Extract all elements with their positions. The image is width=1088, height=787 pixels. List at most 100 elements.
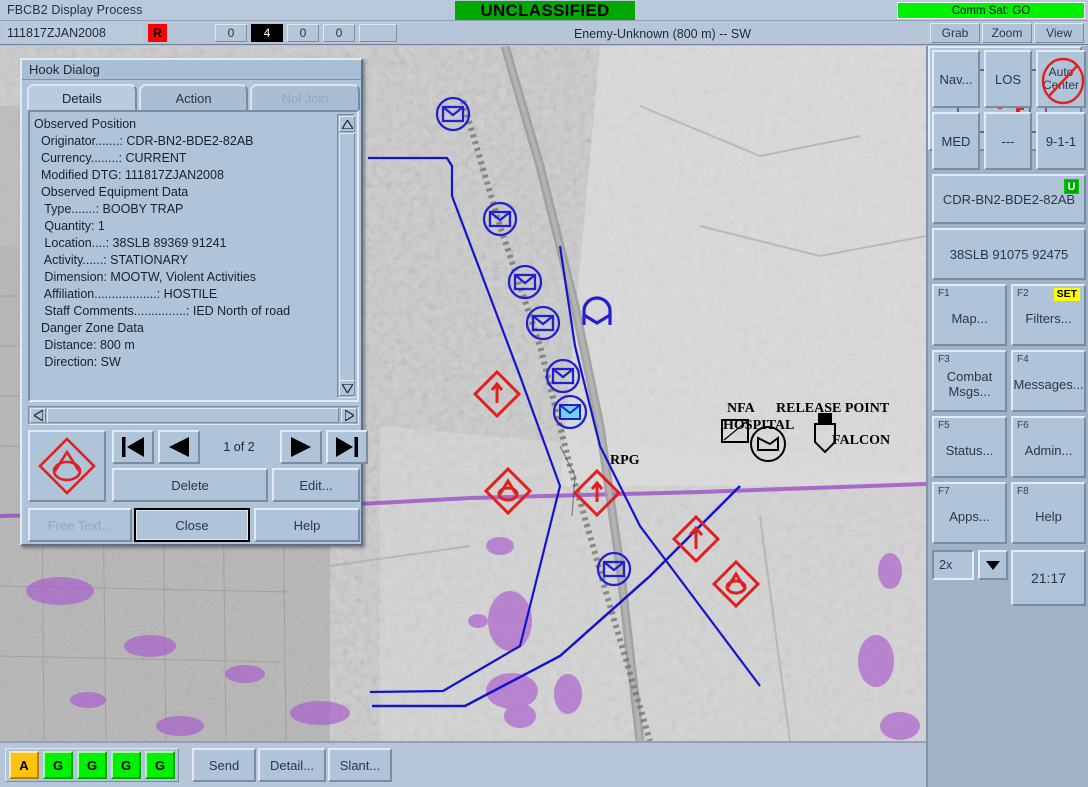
classification-banner: UNCLASSIFIED — [455, 1, 635, 20]
fkey-text-f7: Apps... — [934, 484, 1005, 542]
nav-button-label: Nav... — [934, 52, 978, 106]
fkey-help-button[interactable]: F8 Help — [1011, 482, 1086, 544]
counter-box-4[interactable]: 0 — [323, 24, 355, 42]
hook-dialog[interactable]: Hook Dialog Details Action Nol Join Obse… — [20, 58, 363, 546]
status-chip-5[interactable]: G — [145, 751, 175, 779]
hook-status-label: Enemy-Unknown (800 m) -- SW — [400, 24, 925, 43]
emergency-button-label: 9-1-1 — [1038, 114, 1084, 168]
zoom-level-value: 2x — [934, 552, 972, 578]
dtg-field: 111817ZJAN2008 — [3, 23, 143, 43]
fkey-text-f8: Help — [1013, 484, 1084, 542]
fkey-map-button[interactable]: F1 Map... — [932, 284, 1007, 346]
grid-location-display[interactable]: 38SLB 91075 92475 — [932, 228, 1086, 280]
status-chip-4[interactable]: G — [111, 751, 141, 779]
tab-action[interactable]: Action — [139, 84, 249, 110]
fkey-text-f2: Filters... — [1013, 286, 1084, 344]
fkey-text-f6: Admin... — [1013, 418, 1084, 476]
hook-dialog-tabs: Details Action Nol Join — [27, 84, 360, 110]
callsign-label: CDR-BN2-BDE2-82AB — [934, 176, 1084, 222]
info-row: 111817ZJAN2008 R 0 4 0 0 Enemy-Unknown (… — [0, 21, 1088, 45]
fkey-admin-button[interactable]: F6 Admin... — [1011, 416, 1086, 478]
scroll-left-arrow-icon[interactable] — [30, 408, 46, 423]
fkey-text-f3: Combat Msgs... — [934, 352, 1005, 410]
first-record-button[interactable] — [112, 430, 154, 464]
fbcb2-application-window: FBCB2 Display Process UNCLASSIFIED Comm … — [0, 0, 1088, 787]
last-record-button[interactable] — [326, 430, 368, 464]
bottom-status-bar: AGGGG Send Detail... Slant... — [0, 741, 926, 787]
arrow-right-icon — [289, 436, 313, 458]
window-title: FBCB2 Display Process — [0, 3, 142, 17]
hooked-entity-symbol — [28, 430, 106, 502]
map-label-falcon: FALCON — [832, 433, 890, 448]
tab-nol-join: Nol Join — [250, 84, 360, 110]
slant-button[interactable]: Slant... — [328, 748, 392, 782]
close-button[interactable]: Close — [134, 508, 250, 542]
vertical-scroll-thumb[interactable] — [339, 133, 355, 381]
fkey-text-f5: Status... — [934, 418, 1005, 476]
details-text-content: Observed Position Originator.......: CDR… — [34, 116, 334, 398]
next-record-button[interactable] — [280, 430, 322, 464]
right-sidebar: Nav... LOS Auto Center MED --- 9-1-1 CDR… — [926, 46, 1088, 787]
grid-location-label: 38SLB 91075 92475 — [934, 230, 1084, 278]
scroll-down-arrow-icon[interactable] — [339, 380, 355, 396]
horizontal-scroll-thumb[interactable] — [47, 408, 339, 423]
los-button-label: LOS — [986, 52, 1030, 106]
counter-box-2[interactable]: 4 — [251, 24, 283, 42]
skip-forward-icon — [335, 436, 359, 458]
counter-box-blank — [359, 24, 397, 42]
status-chip-3[interactable]: G — [77, 751, 107, 779]
chevron-down-icon — [980, 552, 1006, 578]
comm-status-indicator: Comm Sat: GO — [897, 2, 1085, 19]
emergency-button[interactable]: 9-1-1 — [1036, 112, 1086, 170]
free-text-button: Free Text... — [28, 508, 132, 542]
fkey-text-f4: Messages... — [1013, 352, 1084, 410]
record-page-indicator: 1 of 2 — [202, 430, 276, 464]
zoom-button[interactable]: Zoom — [982, 23, 1032, 43]
blank-button[interactable]: --- — [984, 112, 1032, 170]
map-label-rpg: RPG — [610, 453, 640, 468]
scroll-right-arrow-icon[interactable] — [341, 408, 357, 423]
delete-button[interactable]: Delete — [112, 468, 268, 502]
med-button-label: MED — [934, 114, 978, 168]
fkey-filters-button[interactable]: F2 SET Filters... — [1011, 284, 1086, 346]
fkey-status-button[interactable]: F5 Status... — [932, 416, 1007, 478]
detail-button[interactable]: Detail... — [258, 748, 326, 782]
nav-button[interactable]: Nav... — [932, 50, 980, 108]
skip-back-icon — [121, 436, 145, 458]
tab-details[interactable]: Details — [27, 84, 137, 110]
details-vertical-scrollbar[interactable] — [337, 114, 355, 398]
status-chip-1[interactable]: A — [9, 751, 39, 779]
help-button[interactable]: Help — [254, 508, 360, 542]
blank-button-label: --- — [986, 114, 1030, 168]
view-button[interactable]: View — [1034, 23, 1084, 43]
fkey-messages-button[interactable]: F4 Messages... — [1011, 350, 1086, 412]
counter-box-3[interactable]: 0 — [287, 24, 319, 42]
los-button[interactable]: LOS — [984, 50, 1032, 108]
zoom-level-field[interactable]: 2x — [932, 550, 974, 580]
details-text-panel: Observed Position Originator.......: CDR… — [28, 110, 359, 402]
edit-button[interactable]: Edit... — [272, 468, 360, 502]
combat-status-chips: AGGGG — [5, 748, 179, 782]
status-chip-2[interactable]: G — [43, 751, 73, 779]
map-label-release-point: RELEASE POINT — [776, 401, 890, 416]
map-label-hospital: HOSPITAL — [723, 418, 794, 433]
fkey-apps-button[interactable]: F7 Apps... — [932, 482, 1007, 544]
auto-center-button-label: Auto Center — [1038, 52, 1084, 106]
med-button[interactable]: MED — [932, 112, 980, 170]
send-button[interactable]: Send — [192, 748, 256, 782]
details-horizontal-scrollbar[interactable] — [28, 406, 359, 425]
clock-value: 21:17 — [1013, 552, 1084, 604]
arrow-left-icon — [167, 436, 191, 458]
callsign-display[interactable]: CDR-BN2-BDE2-82AB U — [932, 174, 1086, 224]
fkey-combat-msgs-button[interactable]: F3 Combat Msgs... — [932, 350, 1007, 412]
counter-box-1[interactable]: 0 — [215, 24, 247, 42]
fkey-text-f1: Map... — [934, 286, 1005, 344]
hook-dialog-title: Hook Dialog — [22, 60, 361, 80]
auto-center-button[interactable]: Auto Center — [1036, 50, 1086, 108]
zoom-level-dropdown[interactable] — [978, 550, 1008, 580]
clock-display[interactable]: 21:17 — [1011, 550, 1086, 606]
alert-flag-indicator[interactable]: R — [148, 24, 167, 42]
grab-button[interactable]: Grab — [930, 23, 980, 43]
scroll-up-arrow-icon[interactable] — [339, 116, 355, 132]
previous-record-button[interactable] — [158, 430, 200, 464]
